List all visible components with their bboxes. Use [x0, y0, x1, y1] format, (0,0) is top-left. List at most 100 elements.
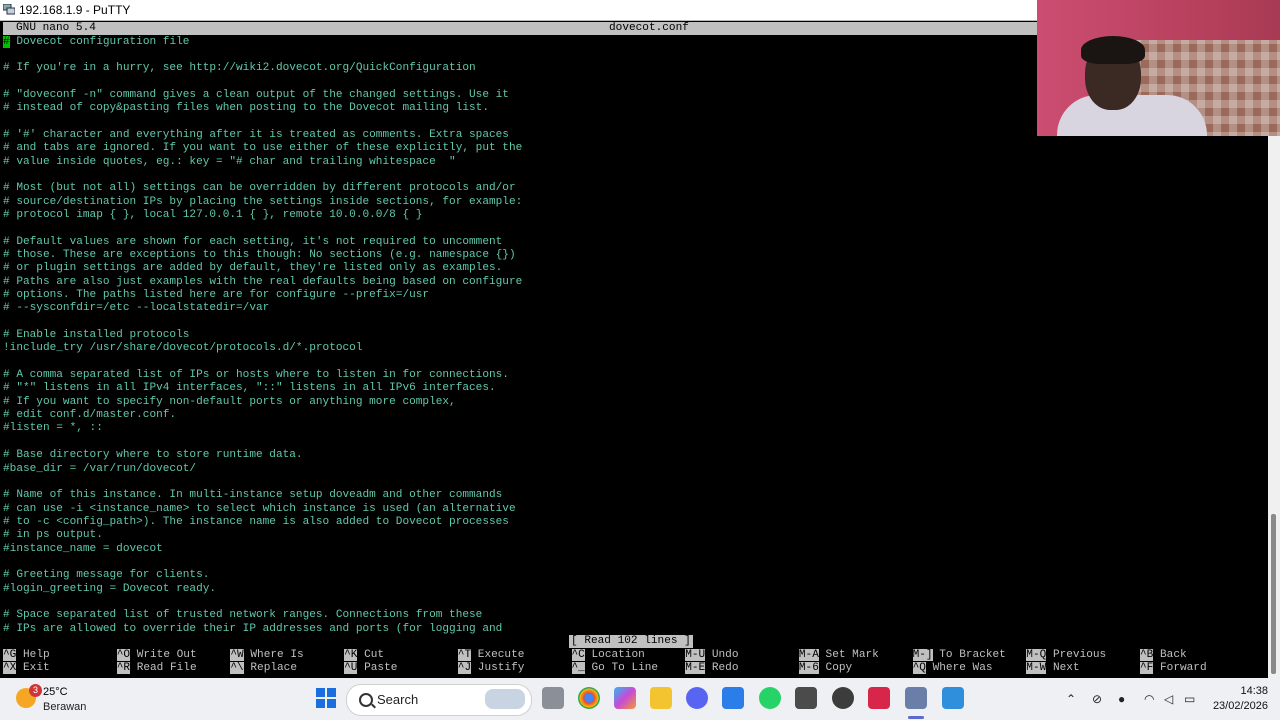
editor-line[interactable] [3, 169, 522, 182]
discord-icon[interactable] [686, 687, 708, 709]
terminal-scrollbar[interactable] [1268, 136, 1280, 678]
notepad-icon[interactable] [942, 687, 964, 709]
editor-text[interactable]: # Dovecot configuration file # If you're … [3, 35, 522, 636]
shortcut-key: ^K [344, 649, 358, 661]
editor-line[interactable] [3, 316, 522, 329]
editor-line[interactable]: # in ps output. [3, 529, 522, 542]
shortcut-item: ^T Execute [457, 649, 524, 662]
editor-line[interactable]: # source/destination IPs by placing the … [3, 196, 522, 209]
shortcut-key: ^W [230, 649, 244, 661]
shortcut-label: Exit [23, 662, 50, 675]
taskbar-search[interactable]: Search [346, 684, 532, 716]
shortcut-item: M-6 Copy [798, 662, 852, 675]
putty-app-icon [3, 4, 15, 15]
nano-header-bar: GNU nano 5.4 dovecot.conf [3, 22, 1037, 36]
shortcut-key: ^\ [230, 662, 244, 675]
shortcut-key: M-E [685, 662, 706, 675]
editor-line[interactable]: # Space separated list of trusted networ… [3, 609, 522, 622]
system-clock[interactable]: 14:38 23/02/2026 [1212, 684, 1268, 714]
editor-line[interactable]: # value inside quotes, eg.: key = "# cha… [3, 156, 522, 169]
editor-line[interactable]: # Dovecot configuration file [3, 35, 522, 49]
whatsapp-icon[interactable] [759, 687, 781, 709]
putty-taskbar-icon[interactable] [905, 687, 927, 709]
editor-line[interactable]: !include_try /usr/share/dovecot/protocol… [3, 342, 522, 355]
editor-line[interactable]: # Paths are also just examples with the … [3, 276, 522, 289]
editor-line[interactable] [3, 556, 522, 569]
editor-line[interactable]: # those. These are exceptions to this th… [3, 249, 522, 262]
microsoft-store-icon[interactable] [722, 687, 744, 709]
editor-line[interactable]: # can use -i <instance_name> to select w… [3, 503, 522, 516]
shortcut-key: M-6 [798, 662, 819, 675]
editor-line[interactable]: # Name of this instance. In multi-instan… [3, 489, 522, 502]
weather-widget[interactable]: 3 25°C Berawan [12, 684, 132, 714]
editor-line[interactable]: # "doveconf -n" command gives a clean ou… [3, 89, 522, 102]
shortcut-item: ^R Read File [116, 662, 197, 675]
editor-line[interactable] [3, 116, 522, 129]
editor-line[interactable]: # '#' character and everything after it … [3, 129, 522, 142]
search-highlight-art [485, 689, 525, 709]
clock-time: 14:38 [1240, 685, 1268, 697]
volume-icon[interactable]: ◁ [1164, 692, 1173, 706]
active-app-indicator [908, 716, 924, 719]
editor-line[interactable]: # options. The paths listed here are for… [3, 289, 522, 302]
shortcut-key: ^J [457, 662, 472, 675]
start-button[interactable] [316, 688, 336, 708]
network-off-icon[interactable]: ⊘ [1092, 692, 1102, 706]
editor-line[interactable]: # If you want to specify non-default por… [3, 396, 522, 409]
shortcut-label: Set Mark [825, 649, 879, 661]
editor-line[interactable]: # Most (but not all) settings can be ove… [3, 182, 522, 195]
shortcut-key: ^O [116, 649, 131, 661]
notification-badge: 3 [29, 684, 42, 697]
editor-line[interactable]: # protocol imap { }, local 127.0.0.1 { }… [3, 209, 522, 222]
windows-logo-pane [327, 688, 336, 697]
tools-icon[interactable] [795, 687, 817, 709]
shortcut-label: Previous [1052, 649, 1107, 661]
shortcut-item: ^J Justify [457, 662, 524, 675]
editor-line[interactable]: #listen = *, :: [3, 422, 522, 435]
camera-app-icon[interactable] [868, 687, 890, 709]
editor-line[interactable]: #login_greeting = Dovecot ready. [3, 583, 522, 596]
shortcut-item: M-] To Bracket [912, 649, 1006, 662]
shortcut-key: M-U [685, 649, 706, 661]
editor-line[interactable]: # and tabs are ignored. If you want to u… [3, 142, 522, 155]
editor-line[interactable]: # Base directory where to store runtime … [3, 449, 522, 462]
wifi-icon[interactable]: ◠ [1144, 692, 1154, 706]
shortcut-item: M-E Redo [685, 662, 738, 675]
editor-line[interactable] [3, 436, 522, 449]
editor-line[interactable]: # to -c <config_path>). The instance nam… [3, 516, 522, 529]
editor-line[interactable]: # --sysconfdir=/etc --localstatedir=/var [3, 302, 522, 315]
editor-line[interactable] [3, 222, 522, 235]
shortcut-item: M-A Set Mark [798, 649, 879, 662]
editor-line[interactable]: # "*" listens in all IPv4 interfaces, ":… [3, 382, 522, 395]
editor-line[interactable]: # If you're in a hurry, see http://wiki2… [3, 62, 522, 75]
editor-line[interactable]: # or plugin settings are added by defaul… [3, 262, 522, 275]
editor-line[interactable] [3, 476, 522, 489]
editor-line[interactable] [3, 49, 522, 62]
shortcut-key: ^R [116, 662, 131, 675]
editor-line[interactable] [3, 356, 522, 369]
shortcut-label: Help [23, 649, 50, 661]
editor-line[interactable]: # Greeting message for clients. [3, 569, 522, 582]
shortcut-label: Undo [711, 649, 739, 661]
task-view-icon[interactable] [542, 687, 564, 709]
file-explorer-icon[interactable] [650, 687, 672, 709]
chevron-up-icon[interactable]: ⌃ [1066, 692, 1076, 706]
shortcut-label: Paste [364, 662, 398, 675]
microphone-icon[interactable]: ● [1118, 692, 1125, 706]
editor-line[interactable]: # A comma separated list of IPs or hosts… [3, 369, 522, 382]
editor-line[interactable]: # Enable installed protocols [3, 329, 522, 342]
editor-line[interactable]: # instead of copy&pasting files when pos… [3, 102, 522, 115]
editor-line[interactable]: # Default values are shown for each sett… [3, 236, 522, 249]
clock-app-icon[interactable] [832, 687, 854, 709]
editor-line[interactable]: # edit conf.d/master.conf. [3, 409, 522, 422]
chrome-icon[interactable] [578, 687, 600, 709]
copilot-icon[interactable] [614, 687, 636, 709]
window-title: 192.168.1.9 - PuTTY [19, 3, 131, 17]
editor-line[interactable]: #instance_name = dovecot [3, 543, 522, 556]
editor-line[interactable]: #base_dir = /var/run/dovecot/ [3, 463, 522, 476]
editor-line[interactable] [3, 76, 522, 89]
editor-line[interactable] [3, 596, 522, 609]
scrollbar-thumb[interactable] [1271, 514, 1276, 674]
battery-icon[interactable]: ▭ [1184, 692, 1195, 706]
editor-line[interactable]: # IPs are allowed to override their IP a… [3, 623, 522, 636]
